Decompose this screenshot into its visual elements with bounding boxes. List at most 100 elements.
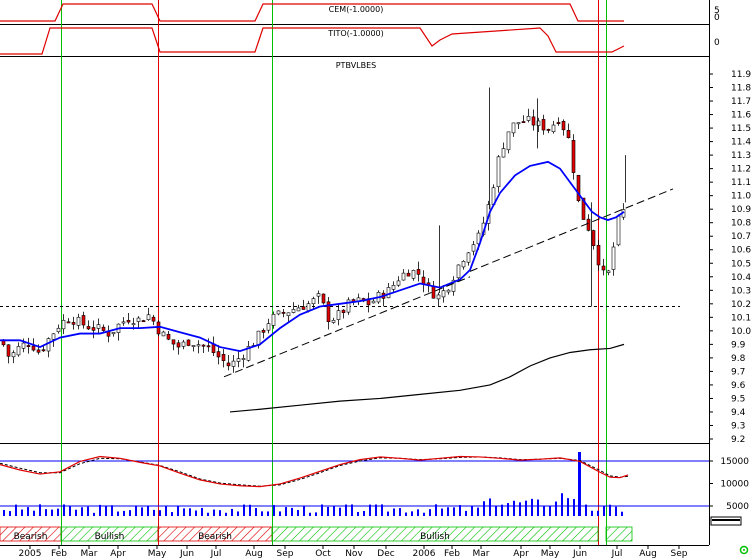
candle-up <box>276 310 281 315</box>
volume-bar <box>345 504 347 516</box>
candle-up <box>46 338 51 352</box>
candle-down <box>561 120 566 131</box>
month-label: Sep <box>671 549 688 558</box>
volume-bar <box>183 508 185 516</box>
volume-bar <box>141 507 143 516</box>
candle-down <box>41 349 46 352</box>
month-label: Sep <box>277 549 294 558</box>
candle-down <box>406 272 411 277</box>
candle-up <box>471 244 476 252</box>
tito-indicator-line <box>0 27 625 55</box>
candle-up <box>331 319 336 323</box>
price-tick-label: 11.9 <box>731 70 751 80</box>
volume-bar <box>135 505 137 516</box>
volume-bar <box>519 502 521 516</box>
volume-bar <box>153 509 155 516</box>
volume-bar <box>513 500 515 516</box>
candle-up <box>511 122 516 134</box>
volume-bar <box>393 508 395 516</box>
month-label: Apr <box>513 549 529 558</box>
scroll-indicator[interactable] <box>710 516 742 526</box>
cem-indicator-label: CEM(-1.0000) <box>329 5 384 14</box>
month-label: May <box>541 549 560 558</box>
candle-down <box>321 293 326 304</box>
candle-down <box>221 354 226 361</box>
candle-up <box>196 344 201 347</box>
volume-bar <box>615 506 617 516</box>
volume-bar <box>327 506 329 516</box>
candle-up <box>401 272 406 281</box>
volume-bar <box>165 506 167 516</box>
time-axis: 2005 Feb Mar Apr May Jun Jul Aug Sep Oct Nov Dec 200… <box>19 545 688 558</box>
volume-bar <box>297 510 299 516</box>
candle-down <box>301 306 306 310</box>
volume-bar <box>81 507 83 516</box>
candle-down <box>566 130 571 139</box>
candle-down <box>86 326 91 330</box>
volume-bar <box>177 506 179 516</box>
candle-up <box>236 358 241 362</box>
refresh-status-icon[interactable] <box>739 545 749 555</box>
volume-bar <box>213 509 215 516</box>
volume-bar <box>15 504 17 516</box>
candle-up <box>76 316 81 326</box>
candle-down <box>186 339 191 346</box>
volume-bar <box>321 504 323 516</box>
volume-bar <box>9 511 11 516</box>
month-label: Jul <box>611 549 623 558</box>
price-tick-label: 10.2 <box>731 300 751 310</box>
volume-bar <box>117 511 119 516</box>
candle-down <box>126 319 131 323</box>
candle-down <box>261 330 266 333</box>
candle-up <box>371 300 376 304</box>
candle-up <box>506 131 511 151</box>
volume-bar <box>597 510 599 516</box>
volume-bar <box>237 511 239 516</box>
price-tick-label: 10.6 <box>731 246 751 256</box>
volume-bar <box>45 509 47 516</box>
candle-down <box>81 315 86 326</box>
price-tick-label: 10.8 <box>731 219 751 229</box>
candle-down <box>571 140 576 173</box>
volume-bar <box>315 512 317 516</box>
candle-down <box>586 218 591 231</box>
candle-up <box>456 264 461 279</box>
price-tick-label: 9.8 <box>731 354 746 364</box>
candle-down <box>156 321 161 335</box>
panel-frames <box>0 0 710 546</box>
volume-bar <box>105 506 107 516</box>
candle-down <box>416 269 421 275</box>
volume-bar <box>447 507 449 516</box>
price-tick-label: 10.1 <box>731 313 751 323</box>
volume-bar <box>249 504 251 516</box>
candle-up <box>446 289 451 293</box>
volume-tick-label: 15000 <box>720 457 749 467</box>
price-tick-label: 11.1 <box>731 178 751 188</box>
candle-down <box>601 265 606 271</box>
candle-up <box>136 317 141 322</box>
candle-down <box>201 344 206 347</box>
candle-up <box>181 341 186 347</box>
candle-up <box>501 148 506 158</box>
month-label: Aug <box>245 549 263 558</box>
volume-bar <box>69 506 71 516</box>
volume-bar <box>603 506 605 516</box>
volume-bar <box>555 501 557 516</box>
price-tick-label: 10.5 <box>731 259 751 269</box>
volume-bar <box>573 499 575 516</box>
candle-up <box>391 284 396 290</box>
price-tick-label: 9.4 <box>731 408 746 418</box>
trend-zone-label: Bearish <box>14 532 48 542</box>
volume-bar <box>195 510 197 516</box>
candle-up <box>611 246 616 270</box>
candle-up <box>311 298 316 305</box>
volume-bar <box>621 511 623 516</box>
price-tick-label: 11.6 <box>731 111 751 121</box>
volume-bar <box>399 508 401 516</box>
candle-down <box>91 327 96 331</box>
volume-bar <box>363 510 365 516</box>
cem-indicator-line <box>0 3 624 22</box>
candle-down <box>591 230 596 246</box>
volume-bar <box>189 508 191 516</box>
lower-panel: 15000 10000 5000 <box>0 452 749 516</box>
